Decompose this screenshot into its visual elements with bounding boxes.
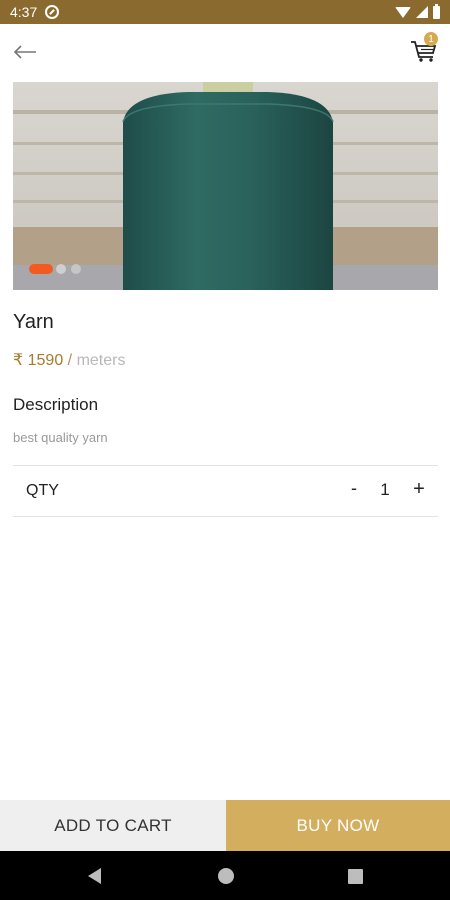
cart-button[interactable]: 1: [406, 32, 440, 66]
add-to-cart-button[interactable]: ADD TO CART: [0, 800, 226, 851]
product-title: Yarn: [13, 311, 54, 333]
product-image: [13, 82, 438, 290]
battery-icon: [433, 3, 440, 19]
qty-decrement-button[interactable]: -: [346, 478, 362, 502]
description-heading: Description: [13, 395, 99, 414]
status-bar: 4:37: [0, 0, 450, 24]
nav-home-icon[interactable]: [218, 868, 234, 884]
price-row: ₹ 1590 / meters: [13, 350, 125, 370]
buy-now-button[interactable]: BUY NOW: [226, 800, 450, 851]
carousel-dot[interactable]: [56, 264, 66, 274]
price-unit: meters: [76, 352, 126, 369]
status-time: 4:37: [10, 4, 38, 20]
divider: [13, 516, 438, 517]
wifi-icon: [395, 6, 411, 18]
app-bar: 1: [0, 24, 450, 80]
bottom-action-bar: ADD TO CART BUY NOW: [0, 800, 450, 851]
cart-count-badge: 1: [424, 32, 438, 46]
product-image-carousel[interactable]: [13, 82, 438, 290]
divider: [13, 465, 438, 466]
product-price: ₹ 1590: [13, 352, 64, 369]
nav-back-icon[interactable]: [88, 868, 101, 884]
notification-icon: [45, 5, 60, 19]
qty-value: 1: [380, 480, 390, 499]
qty-label: QTY: [26, 482, 59, 499]
price-separator: /: [67, 352, 73, 369]
system-nav-bar: [0, 851, 450, 900]
back-arrow-icon[interactable]: [10, 36, 42, 68]
description-text: best quality yarn: [13, 430, 108, 445]
status-icons: [395, 3, 440, 19]
carousel-dot[interactable]: [71, 264, 81, 274]
carousel-dot-active[interactable]: [29, 264, 53, 274]
qty-increment-button[interactable]: +: [410, 478, 428, 502]
nav-recents-icon[interactable]: [348, 869, 363, 884]
signal-icon: [416, 6, 428, 18]
